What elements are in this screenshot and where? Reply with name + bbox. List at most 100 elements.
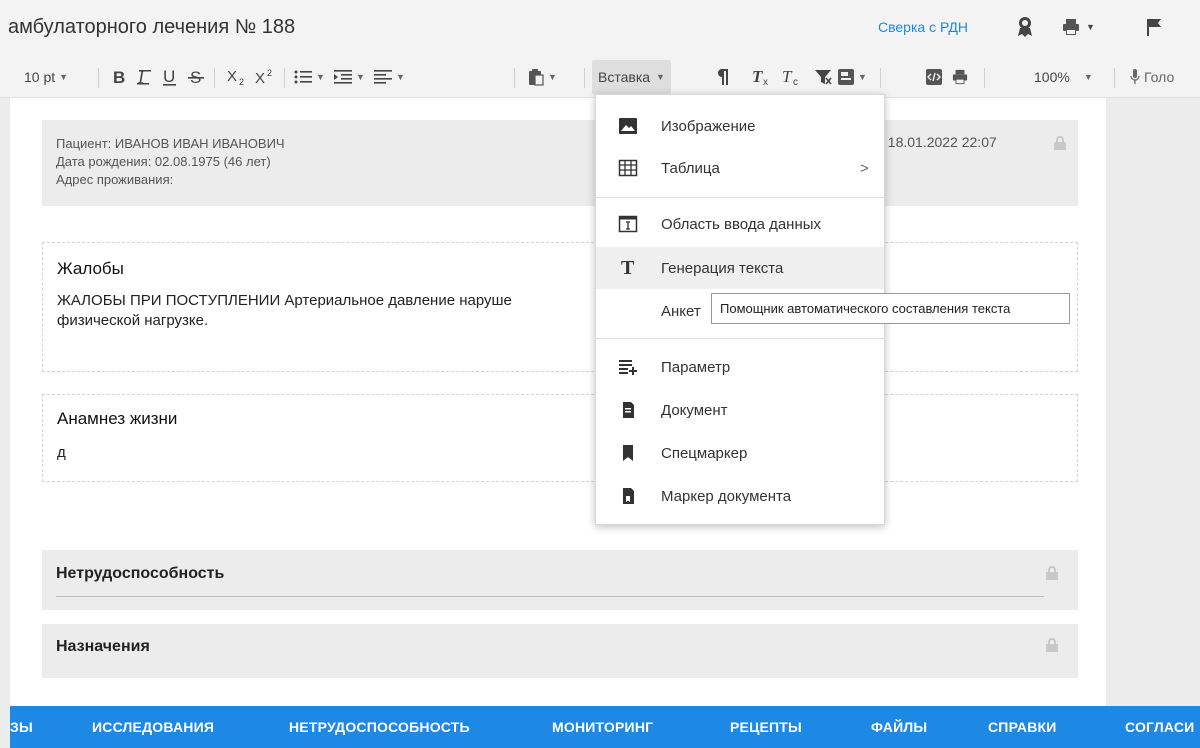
svg-text:B: B [113,69,125,85]
patient-address: Адрес проживания: [56,172,174,187]
menu-item-text-generation[interactable]: T Генерация текста [596,247,884,289]
document-marker-icon [623,488,634,504]
tab-diagnoses[interactable]: ЗЫ [10,719,33,735]
microphone-icon [1130,69,1140,84]
complaints-title: Жалобы [57,259,124,278]
menu-divider [596,338,884,339]
tab-monitoring[interactable]: МОНИТОРИНГ [552,719,653,735]
menu-item-label: Маркер документа [661,487,792,505]
svg-text:2: 2 [267,68,272,78]
prescriptions-title: Назначения [56,638,150,655]
tab-certificates[interactable]: СПРАВКИ [988,719,1057,735]
tab-research[interactable]: ИССЛЕДОВАНИЯ [92,719,214,735]
menu-item-parameter[interactable]: Параметр [596,347,884,387]
toolbar-divider [514,68,515,88]
menu-item-label: Документ [661,401,728,419]
life-anamnesis-text: д [57,444,66,461]
toolbar-divider [584,68,585,88]
menu-item-table[interactable]: Таблица > [596,148,884,188]
underline-icon[interactable]: U [162,56,178,98]
printer-icon [1063,19,1079,35]
chevron-down-icon: ▼ [396,72,405,82]
menu-item-label: Таблица [661,159,720,177]
print-menu-button[interactable]: ▼ [1062,14,1095,40]
chevron-down-icon: ▼ [356,72,365,82]
menu-item-document[interactable]: Документ [596,390,884,430]
bold-icon[interactable]: B [112,56,126,98]
font-size-select[interactable]: 10 pt ▼ [24,56,68,98]
chevron-down-icon: ▼ [316,72,325,82]
menu-item-label: Изображение [661,117,756,135]
table-icon [618,159,638,177]
lock-icon [1046,566,1058,580]
clear-format-icon[interactable]: Tx [752,56,772,98]
lock-icon [1046,638,1058,652]
filter-clear-icon[interactable] [814,56,832,98]
superscript-icon[interactable]: X2 [254,56,276,98]
tab-files[interactable]: ФАЙЛЫ [871,719,927,735]
chevron-down-icon: ▼ [858,72,867,82]
patient-birth-date: Дата рождения: 02.08.1975 (46 лет) [56,154,271,169]
align-button[interactable]: ▼ [374,56,405,98]
toolbar-divider [984,68,985,88]
text-generation-icon: T [621,258,635,276]
bookmark-icon [623,445,633,461]
input-area-icon [618,215,638,233]
bullet-list-button[interactable]: ▼ [294,56,325,98]
editor-toolbar: 10 pt ▼ B I U S X2 X2 ▼ ▼ ▼ ▼ Вставка [0,56,1200,98]
disability-title: Нетрудоспособность [56,565,225,582]
source-code-icon[interactable] [926,56,942,98]
zoom-select[interactable]: 100% ▼ [1034,56,1093,98]
menu-item-label: Область ввода данных [661,215,822,233]
menu-item-image[interactable]: Изображение [596,106,884,146]
tab-consents[interactable]: СОГЛАСИ [1125,719,1194,735]
disability-section[interactable]: Нетрудоспособность [42,550,1078,610]
life-anamnesis-section[interactable]: Анамнез жизни д [42,394,1078,482]
chevron-down-icon: ▼ [1083,72,1093,82]
voice-input-label: Голо [1144,69,1175,85]
complaints-text-line2: физической нагрузке. [57,312,209,329]
document-page: Пациент: ИВАНОВ ИВАН ИВАНОВИЧ Дата рожде… [10,98,1106,706]
italic-icon[interactable]: I [136,56,152,98]
image-icon [619,118,637,134]
parameter-icon [619,360,637,375]
menu-item-label: Генерация текста [661,259,784,277]
prescriptions-section[interactable]: Назначения [42,624,1078,678]
indent-icon [334,70,352,84]
patient-info-card: Пациент: ИВАНОВ ИВАН ИВАНОВИЧ Дата рожде… [42,120,1078,206]
menu-item-input-area[interactable]: Область ввода данных [596,204,884,244]
chevron-down-icon: ▼ [548,72,557,82]
bottom-tab-bar: ЗЫ ИССЛЕДОВАНИЯ НЕТРУДОСПОСОБНОСТЬ МОНИТ… [10,706,1200,748]
zoom-value: 100% [1034,69,1070,85]
insert-menu-button[interactable]: Вставка ▼ [592,60,671,94]
menu-item-label: Спецмаркер [661,444,748,462]
flag-icon[interactable] [1146,14,1162,40]
toolbar-divider [214,68,215,88]
svg-text:T: T [621,258,635,276]
toolbar-divider [1114,68,1115,88]
strikethrough-icon[interactable]: S [188,56,204,98]
subscript-icon[interactable]: X2 [226,56,248,98]
visit-date: : 18.01.2022 22:07 [880,134,997,150]
toolbar-divider [880,68,881,88]
menu-item-special-marker[interactable]: Спецмаркер [596,433,884,473]
toolbar-divider [98,68,99,88]
menu-item-label: Параметр [661,358,731,376]
ribbon-award-icon[interactable] [1016,14,1034,40]
paste-button[interactable]: ▼ [528,56,557,98]
tab-disability[interactable]: НЕТРУДОСПОСОБНОСТЬ [289,719,470,735]
document-icon [623,402,634,418]
image-tools-button[interactable]: ▼ [838,56,867,98]
paragraph-marks-icon[interactable] [716,56,730,98]
rdn-check-link[interactable]: Сверка с РДН [878,19,968,35]
toolbar-divider [284,68,285,88]
document-header: амбулаторного лечения № 188 Сверка с РДН… [0,0,1200,56]
indent-button[interactable]: ▼ [334,56,365,98]
menu-item-label: Анкет [661,302,701,320]
tab-prescriptions[interactable]: РЕЦЕПТЫ [730,719,802,735]
menu-item-document-marker[interactable]: Маркер документа [596,476,884,516]
voice-input-button[interactable]: Голо [1130,56,1174,98]
print-icon[interactable] [952,56,968,98]
insert-menu-label: Вставка [598,69,651,85]
remove-styles-icon[interactable]: Tc [782,56,802,98]
